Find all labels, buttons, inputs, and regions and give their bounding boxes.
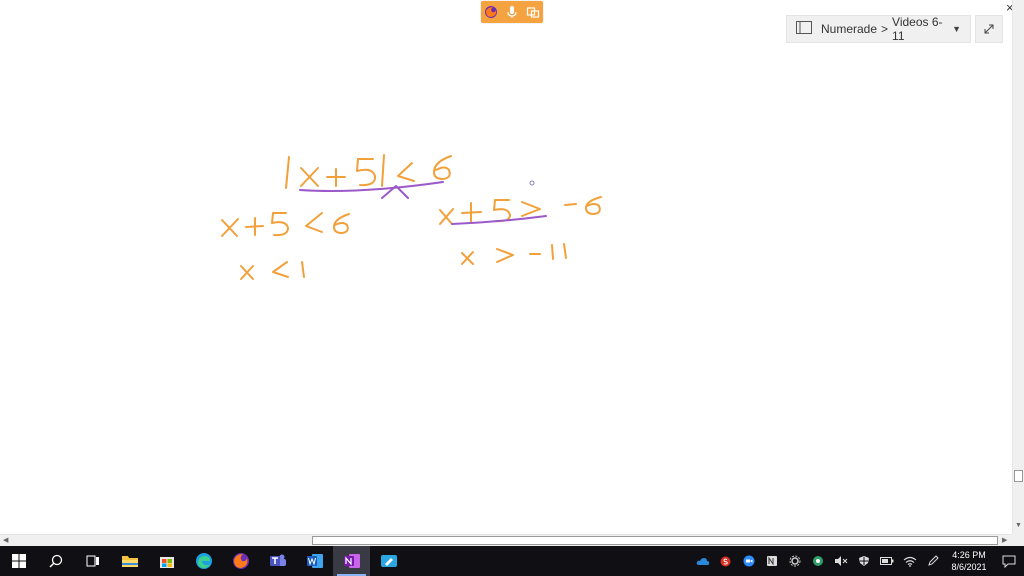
ink-line-right-result: [461, 243, 567, 265]
settings-tray-icon[interactable]: [783, 546, 806, 576]
microphone-icon[interactable]: [503, 3, 521, 21]
microsoft-store-icon[interactable]: [148, 546, 185, 576]
onedrive-icon[interactable]: [691, 546, 714, 576]
security-shield-icon[interactable]: [852, 546, 875, 576]
wifi-icon[interactable]: [898, 546, 921, 576]
file-explorer-icon[interactable]: [111, 546, 148, 576]
pen-icon[interactable]: [921, 546, 944, 576]
onenote-icon[interactable]: [333, 546, 370, 576]
notebook-breadcrumb[interactable]: Numerade > Videos 6-11 ▼: [786, 15, 971, 43]
firefox-icon[interactable]: [482, 3, 500, 21]
app-tray-icon[interactable]: [806, 546, 829, 576]
handwritten-notes: [221, 154, 602, 280]
scroll-down-arrow-icon[interactable]: ▼: [1015, 522, 1022, 529]
task-view-icon[interactable]: [74, 546, 111, 576]
ink-line-left-result: [240, 261, 305, 280]
search-icon[interactable]: [37, 546, 74, 576]
breadcrumb-section[interactable]: Videos 6-11: [892, 15, 952, 43]
battery-icon[interactable]: [875, 546, 898, 576]
scroll-right-arrow-icon[interactable]: ▶: [1002, 536, 1007, 544]
windows-start-icon[interactable]: [0, 546, 37, 576]
notification-center-icon[interactable]: [994, 546, 1024, 576]
word-icon[interactable]: [296, 546, 333, 576]
zoom-icon[interactable]: [737, 546, 760, 576]
floating-toolbar: [481, 1, 543, 23]
taskbar: 4:26 PM 8/6/2021: [0, 546, 1024, 576]
breadcrumb-notebook[interactable]: Numerade: [821, 22, 877, 36]
expand-icon: [984, 24, 994, 34]
ink-line-abs-inequality: [285, 154, 452, 189]
horizontal-scroll-thumb[interactable]: [312, 536, 998, 545]
firefox-taskbar-icon[interactable]: [222, 546, 259, 576]
edge-icon[interactable]: [185, 546, 222, 576]
vertical-scroll-thumb[interactable]: [1014, 470, 1023, 482]
onenote-tray-icon[interactable]: [760, 546, 783, 576]
vertical-scrollbar[interactable]: ▼: [1012, 0, 1024, 534]
chevron-down-icon[interactable]: ▼: [952, 24, 961, 34]
horizontal-scrollbar[interactable]: ◀ ▶: [0, 534, 1012, 546]
volume-muted-icon[interactable]: [829, 546, 852, 576]
system-tray: 4:26 PM 8/6/2021: [691, 546, 1024, 576]
app-s-tray-icon[interactable]: [714, 546, 737, 576]
notebook-icon: [796, 21, 812, 37]
snip-sketch-icon[interactable]: [370, 546, 407, 576]
scrollbar-corner: [1012, 534, 1024, 546]
breadcrumb-separator: >: [881, 22, 889, 36]
taskbar-clock[interactable]: 4:26 PM 8/6/2021: [944, 549, 994, 573]
clock-date: 8/6/2021: [951, 562, 987, 572]
clock-time: 4:26 PM: [952, 550, 986, 560]
screen-share-icon[interactable]: [524, 3, 542, 21]
scroll-left-arrow-icon[interactable]: ◀: [3, 536, 8, 544]
note-canvas[interactable]: [0, 0, 1012, 534]
teams-icon[interactable]: [259, 546, 296, 576]
ink-line-left-case: [221, 212, 350, 237]
ink-dot: [529, 180, 535, 186]
expand-button[interactable]: [975, 15, 1003, 43]
